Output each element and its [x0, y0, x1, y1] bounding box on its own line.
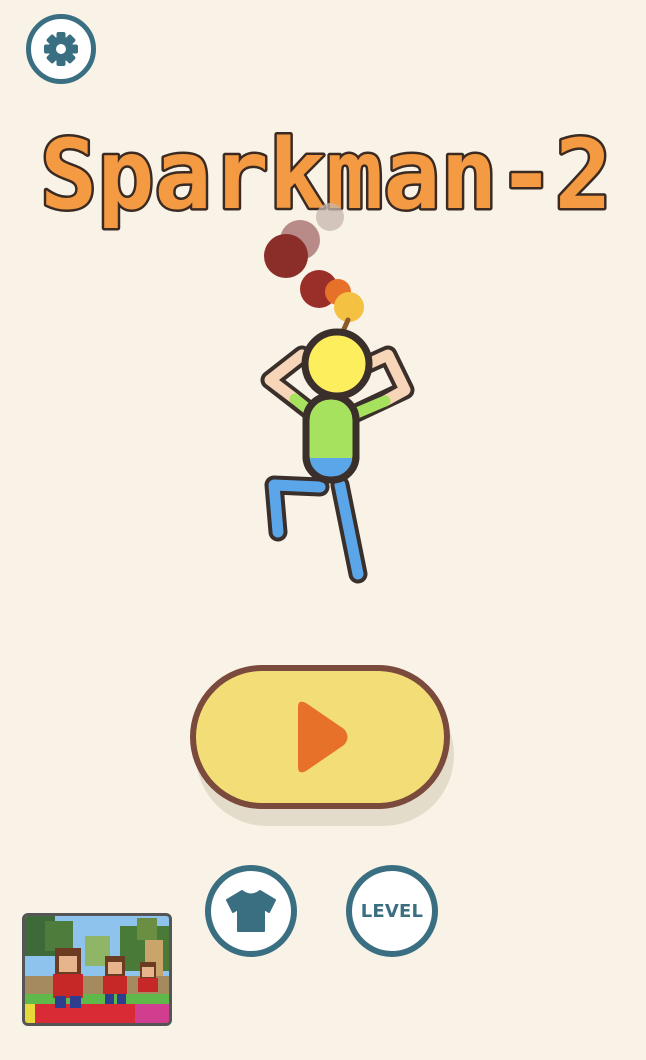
- level-button[interactable]: LEVEL: [346, 865, 438, 957]
- stickman-head: [301, 328, 373, 400]
- stickman-character: [260, 203, 415, 584]
- spark-flame: [334, 292, 364, 322]
- play-icon: [298, 701, 348, 773]
- settings-button[interactable]: [26, 14, 96, 84]
- level-button-label: LEVEL: [360, 900, 424, 922]
- game-ad-thumbnail[interactable]: [22, 913, 172, 1026]
- gear-icon: [44, 32, 78, 66]
- skins-button[interactable]: [205, 865, 297, 957]
- smoke-puff: [316, 203, 344, 231]
- shirt-icon: [226, 890, 276, 932]
- play-button[interactable]: [190, 665, 450, 809]
- smoke-puff: [264, 234, 308, 278]
- game-thumbnail: [25, 916, 169, 1023]
